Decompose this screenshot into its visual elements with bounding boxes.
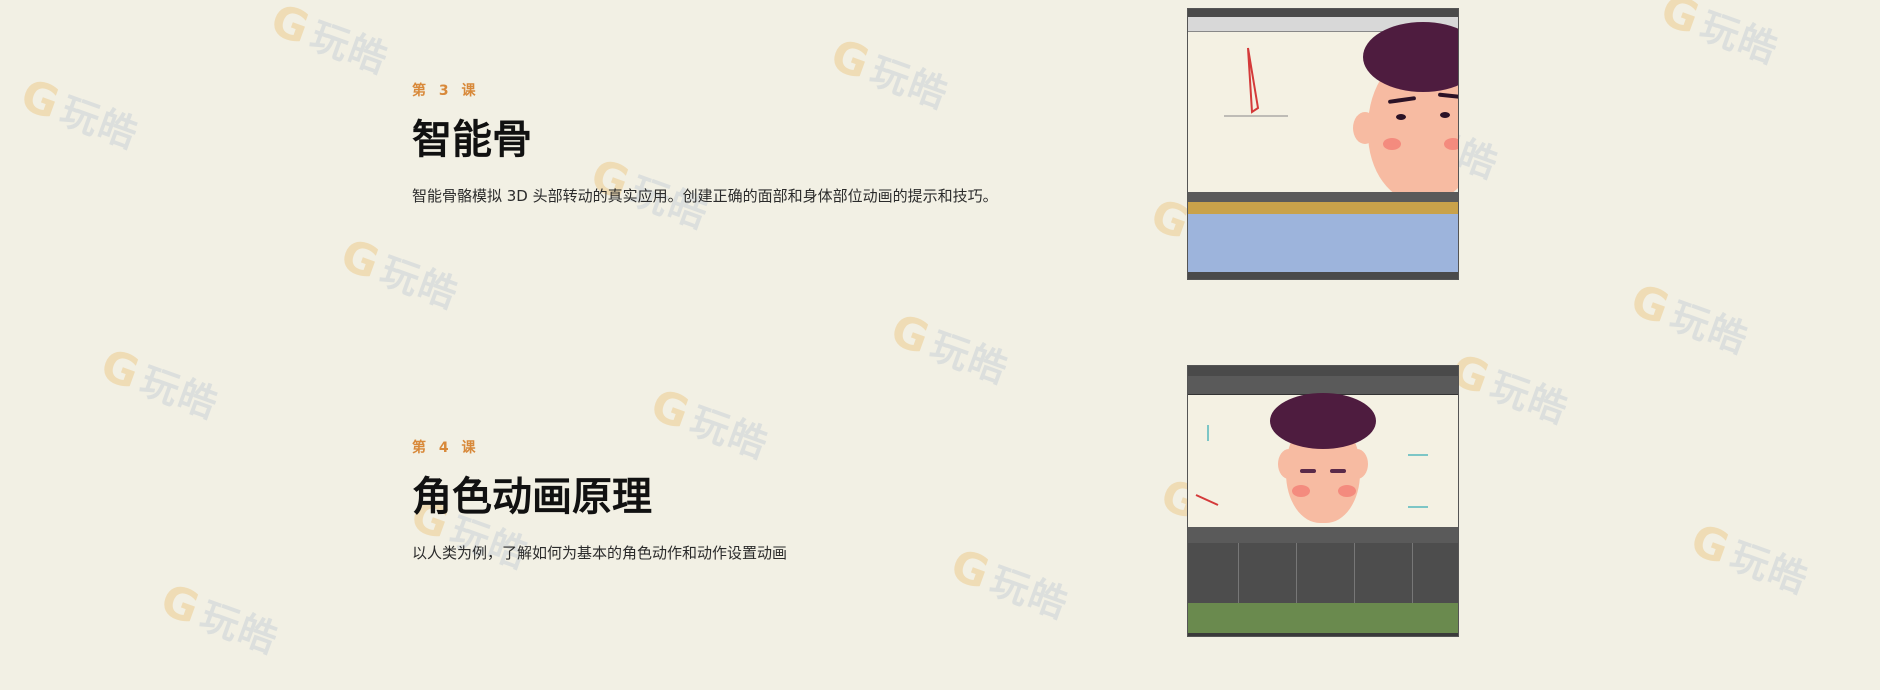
watermark: G玩皓 [1624, 274, 1755, 363]
motion-lines-icon [1195, 425, 1428, 508]
timeline-header [1188, 192, 1458, 202]
lesson-number-label: 第 3 课 [412, 83, 480, 99]
lesson-description: 智能骨骼模拟 3D 头部转动的真实应用。创建正确的面部和身体部位动画的提示和技巧… [412, 187, 998, 205]
timeline-ruler [1188, 202, 1458, 214]
timeline-tracks [1188, 543, 1458, 603]
timeline-keyframes [1188, 603, 1458, 633]
watermark: G玩皓 [264, 0, 395, 83]
eye [1440, 112, 1450, 118]
watermark: G玩皓 [154, 574, 285, 663]
lesson-title: 角色动画原理 [412, 474, 652, 520]
watermark: G玩皓 [1444, 344, 1575, 433]
smart-bone-preview-image [1187, 8, 1459, 280]
cheek [1444, 138, 1458, 150]
lesson-number-label: 第 4 课 [412, 440, 480, 456]
watermark: G玩皓 [94, 339, 225, 428]
watermark: G玩皓 [944, 539, 1075, 628]
lesson-title: 智能骨 [412, 117, 532, 163]
lesson-description: 以人类为例，了解如何为基本的角色动作和动作设置动画 [412, 544, 788, 562]
lesson-3: 第 3 课 智能骨 智能骨骼模拟 3D 头部转动的真实应用。创建正确的面部和身体… [412, 80, 998, 207]
watermark: G玩皓 [14, 69, 145, 158]
canvas-stage [1188, 393, 1458, 527]
timeline-tracks [1188, 214, 1458, 272]
timeline-footer [1188, 272, 1458, 279]
watermark: G玩皓 [1684, 514, 1815, 603]
app-menubar [1188, 366, 1458, 376]
timeline-header [1188, 527, 1458, 543]
watermark: G玩皓 [334, 229, 465, 318]
app-menubar [1188, 9, 1458, 17]
timeline-footer [1188, 633, 1458, 636]
canvas-stage [1188, 22, 1458, 202]
character-animation-preview-image [1187, 365, 1459, 637]
watermark: G玩皓 [1654, 0, 1785, 73]
cheek [1383, 138, 1401, 150]
eye [1396, 114, 1406, 120]
lesson-4: 第 4 课 角色动画原理 以人类为例，了解如何为基本的角色动作和动作设置动画 [412, 437, 787, 564]
watermark: G玩皓 [884, 304, 1015, 393]
